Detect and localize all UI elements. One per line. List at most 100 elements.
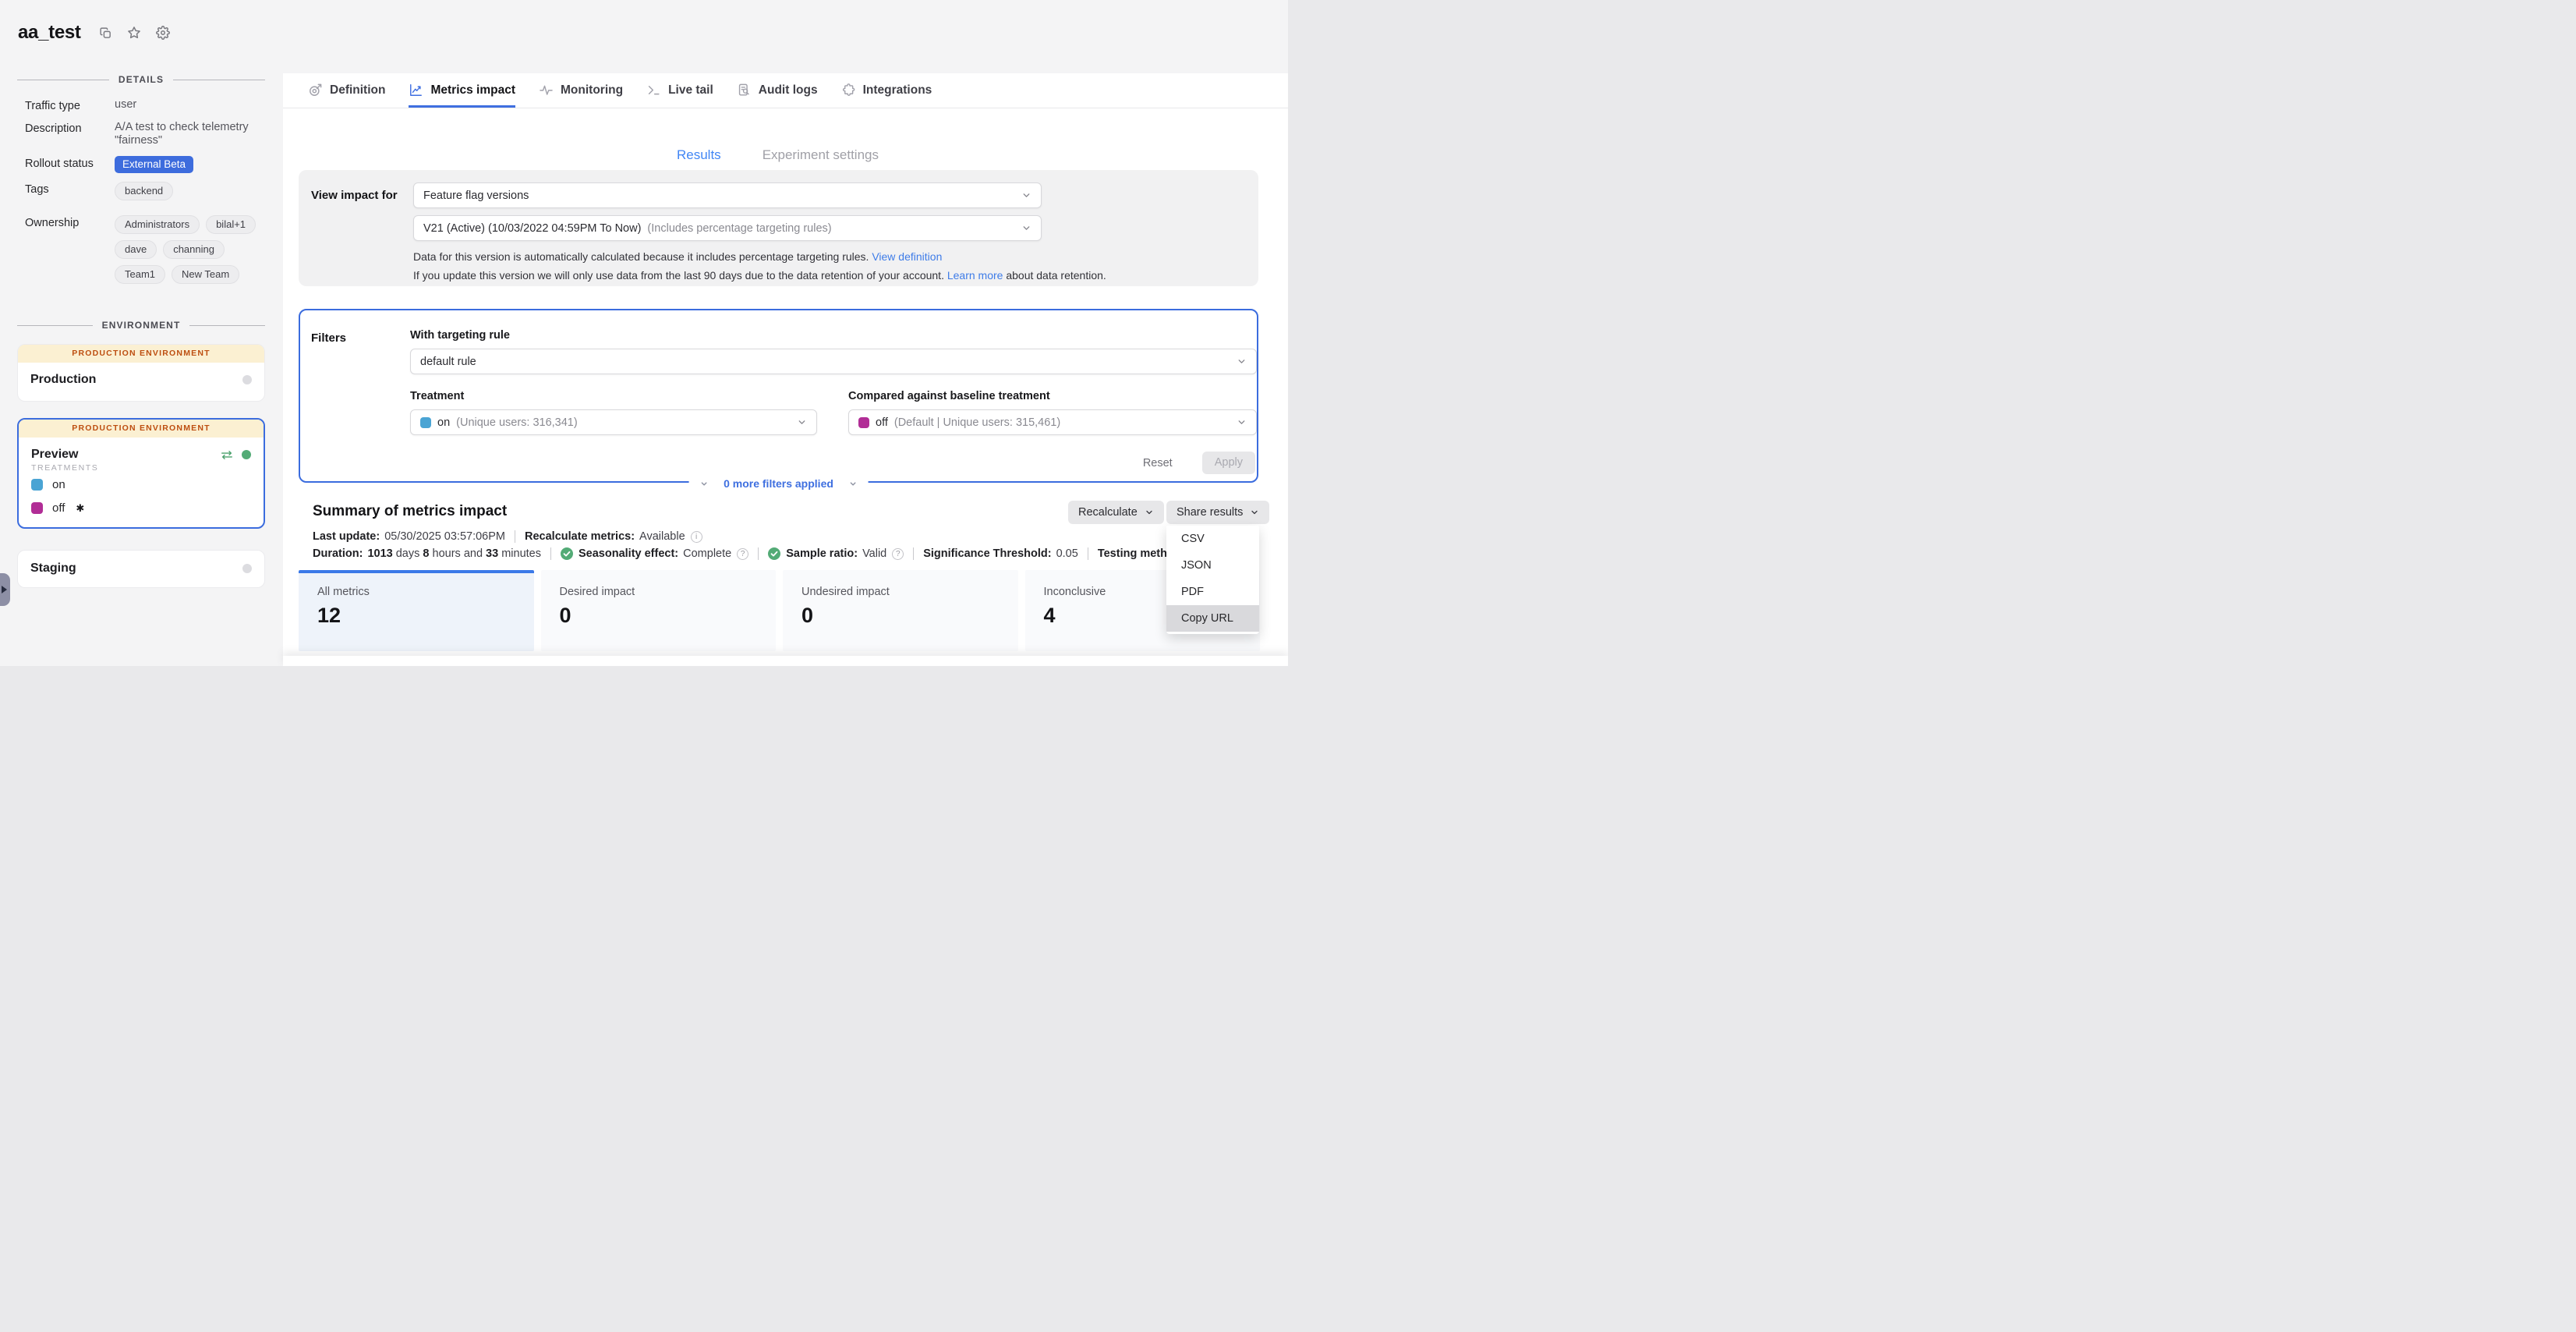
view-impact-section: View impact for Feature flag versions V2… — [299, 170, 1258, 286]
details-header-label: DETAILS — [119, 74, 164, 85]
tab-label: Integrations — [863, 83, 932, 97]
last-update-value: 05/30/2025 03:57:06PM — [384, 530, 505, 543]
puzzle-icon — [841, 83, 856, 97]
impact-source-dropdown[interactable]: Feature flag versions — [413, 182, 1042, 208]
targeting-rule-label: With targeting rule — [410, 329, 1257, 342]
tab-live-tail[interactable]: Live tail — [646, 73, 713, 108]
document-search-icon — [737, 83, 752, 97]
terminal-icon — [646, 83, 661, 97]
copy-name-icon[interactable] — [99, 27, 112, 40]
filters-section: Filters With targeting rule default rule… — [299, 309, 1258, 483]
card-value: 12 — [317, 604, 515, 628]
reset-button[interactable]: Reset — [1143, 457, 1173, 469]
treatment-on-label: on — [52, 478, 65, 491]
details-list: Traffic type user Description A/A test t… — [17, 98, 265, 290]
card-desired-impact[interactable]: Desired impact 0 — [541, 570, 777, 651]
baseline-dropdown[interactable]: off (Default | Unique users: 315,461) — [848, 409, 1257, 435]
version-note-line2: If you update this version we will only … — [413, 269, 1106, 282]
description-value: A/A test to check telemetry "fairness" — [115, 121, 265, 147]
chevron-down-icon — [1237, 417, 1247, 427]
more-filters-toggle[interactable]: 0 more filters applied — [688, 476, 869, 491]
recalculate-metrics-value: Available — [639, 530, 685, 543]
treatment-row-off: off ✱ — [19, 496, 264, 527]
duration-days: 1013 — [367, 547, 392, 560]
view-impact-label: View impact for — [311, 189, 398, 202]
version-note-line1: Data for this version is automatically c… — [413, 250, 942, 263]
duration-hours: 8 — [423, 547, 429, 560]
chevron-down-icon — [1021, 223, 1031, 233]
card-all-metrics[interactable]: All metrics 12 — [299, 570, 534, 651]
rollout-status-label: Rollout status — [25, 156, 115, 170]
rollout-status-badge[interactable]: External Beta — [115, 156, 193, 173]
card-undesired-impact[interactable]: Undesired impact 0 — [783, 570, 1018, 651]
treatment-off-swatch — [858, 417, 869, 428]
menu-item-json[interactable]: JSON — [1166, 552, 1259, 579]
dropdown-value: on — [437, 416, 450, 429]
sidebar: DETAILS Traffic type user Description A/… — [17, 74, 265, 588]
chevron-down-icon — [849, 480, 858, 488]
recalculate-button[interactable]: Recalculate — [1068, 501, 1164, 524]
share-results-menu: CSV JSON PDF Copy URL — [1166, 526, 1259, 634]
question-icon[interactable]: ? — [892, 548, 904, 560]
dropdown-value: V21 (Active) (10/03/2022 04:59PM To Now) — [423, 222, 641, 235]
owner-pill[interactable]: dave — [115, 240, 157, 259]
info-icon[interactable]: i — [691, 531, 702, 543]
ownership-pills: Administrators bilal+1 dave channing Tea… — [115, 215, 265, 290]
dropdown-note: (Includes percentage targeting rules) — [647, 222, 831, 235]
environment-card-production[interactable]: PRODUCTION ENVIRONMENT Production — [17, 344, 265, 402]
significance-label: Significance Threshold: — [923, 547, 1051, 560]
check-circle-icon — [561, 547, 573, 560]
menu-item-pdf[interactable]: PDF — [1166, 579, 1259, 605]
environment-card-preview[interactable]: PRODUCTION ENVIRONMENT Preview TREATMENT… — [17, 418, 265, 529]
menu-item-csv[interactable]: CSV — [1166, 526, 1259, 552]
tab-integrations[interactable]: Integrations — [841, 73, 932, 108]
ownership-label: Ownership — [25, 215, 115, 229]
owner-pill[interactable]: Team1 — [115, 265, 165, 284]
owner-pill[interactable]: New Team — [172, 265, 239, 284]
default-treatment-marker-icon: ✱ — [76, 502, 84, 515]
last-update-row: Last update: 05/30/2025 03:57:06PM Recal… — [313, 530, 702, 543]
version-dropdown[interactable]: V21 (Active) (10/03/2022 04:59PM To Now)… — [413, 215, 1042, 241]
chevron-down-icon — [699, 480, 708, 488]
gear-settings-icon[interactable] — [156, 26, 170, 40]
traffic-type-label: Traffic type — [25, 98, 115, 112]
tab-audit-logs[interactable]: Audit logs — [737, 73, 818, 108]
tab-monitoring[interactable]: Monitoring — [539, 73, 623, 108]
tab-definition[interactable]: Definition — [308, 73, 385, 108]
share-results-button[interactable]: Share results — [1166, 501, 1269, 524]
owner-pill[interactable]: channing — [163, 240, 225, 259]
tag-pill[interactable]: backend — [115, 182, 173, 200]
sample-ratio-label: Sample ratio: — [786, 547, 858, 560]
apply-button[interactable]: Apply — [1202, 452, 1255, 474]
tab-label: Live tail — [668, 83, 713, 97]
status-dot-gray — [242, 564, 252, 573]
expand-arrow-icon — [2, 586, 7, 593]
summary-title: Summary of metrics impact — [313, 503, 507, 520]
tab-label: Audit logs — [759, 83, 818, 97]
app-window: aa_test DETAILS Traffic type user Descri… — [0, 0, 1288, 666]
page-header: aa_test — [18, 22, 170, 44]
menu-item-copy-url[interactable]: Copy URL — [1166, 605, 1259, 632]
production-environment-banner: PRODUCTION ENVIRONMENT — [18, 345, 264, 363]
owner-pill[interactable]: Administrators — [115, 215, 200, 234]
tab-metrics-impact[interactable]: Metrics impact — [409, 73, 515, 108]
dropdown-value: default rule — [420, 356, 476, 368]
tab-label: Definition — [330, 83, 385, 97]
dropdown-value: Feature flag versions — [423, 190, 529, 202]
star-favorite-icon[interactable] — [127, 26, 141, 40]
environment-card-staging[interactable]: Staging — [17, 550, 265, 588]
traffic-type-value: user — [115, 98, 265, 112]
swap-treatments-icon[interactable] — [220, 450, 234, 460]
duration-row: Duration: 1013 days 8 hours and 33 minut… — [313, 547, 1209, 560]
treatment-dropdown[interactable]: on (Unique users: 316,341) — [410, 409, 817, 435]
divider — [550, 547, 551, 560]
learn-more-link[interactable]: Learn more — [947, 269, 1003, 282]
treatment-on-swatch — [31, 479, 43, 491]
owner-pill[interactable]: bilal+1 — [206, 215, 256, 234]
view-definition-link[interactable]: View definition — [872, 250, 942, 263]
sidebar-collapse-handle[interactable] — [0, 573, 10, 606]
targeting-rule-dropdown[interactable]: default rule — [410, 349, 1257, 374]
dropdown-value: off — [876, 416, 888, 429]
question-icon[interactable]: ? — [737, 548, 748, 560]
metric-summary-cards: All metrics 12 Desired impact 0 Undesire… — [299, 570, 1260, 651]
